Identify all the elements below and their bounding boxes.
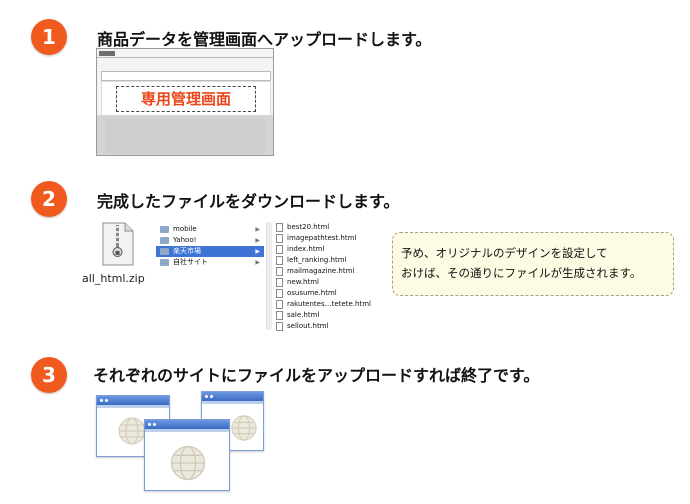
html-file-icon — [276, 322, 283, 331]
chevron-right-icon: ▶ — [255, 237, 260, 244]
html-file-icon — [276, 278, 283, 287]
admin-stamp-label: 専用管理画面 — [116, 86, 256, 112]
design-note-box: 予め、オリジナルのデザインを設定して おけば、その通りにファイルが生成されます。 — [392, 232, 674, 296]
zip-file-icon — [102, 222, 134, 266]
step-2-title: 完成したファイルをダウンロードします。 — [97, 192, 400, 211]
folder-item[interactable]: mobile ▶ — [156, 224, 264, 235]
admin-header-line — [97, 57, 273, 58]
globe-icon — [118, 417, 146, 445]
step-2-badge: 2 — [31, 181, 67, 217]
browser-window-front — [144, 419, 230, 491]
admin-screen-thumbnail: 専用管理画面 — [96, 48, 274, 156]
html-file-icon — [276, 256, 283, 265]
globe-icon — [231, 415, 257, 441]
note-line-1: 予め、オリジナルのデザインを設定して — [401, 246, 608, 260]
html-file-icon — [276, 267, 283, 276]
admin-bottom-panel — [105, 119, 265, 153]
chevron-right-icon: ▶ — [255, 226, 260, 233]
chevron-right-icon: ▶ — [255, 248, 260, 255]
admin-tab — [99, 51, 115, 56]
folder-icon — [160, 248, 169, 255]
html-file-icon — [276, 223, 283, 232]
scrollbar[interactable] — [267, 222, 272, 330]
globe-icon — [170, 445, 206, 481]
step-1-badge: 1 — [31, 19, 67, 55]
html-file-icon — [276, 300, 283, 309]
folder-icon — [160, 237, 169, 244]
html-file-icon — [276, 311, 283, 320]
folder-icon — [160, 226, 169, 233]
step-3-title: それぞれのサイトにファイルをアップロードすれば終了です。 — [93, 366, 540, 385]
file-browser: mobile ▶ Yahoo! ▶ 楽天市場 ▶ 自社サイト ▶ best20.… — [156, 222, 371, 331]
folder-item[interactable]: Yahoo! ▶ — [156, 235, 264, 246]
folder-icon — [160, 259, 169, 266]
html-file-icon — [276, 289, 283, 298]
html-file-icon — [276, 234, 283, 243]
folder-item-selected[interactable]: 楽天市場 ▶ — [156, 246, 264, 257]
note-line-2: おけば、その通りにファイルが生成されます。 — [401, 266, 642, 280]
step-1-title: 商品データを管理画面へアップロードします。 — [97, 30, 432, 49]
chevron-right-icon: ▶ — [255, 259, 260, 266]
zip-file-name: all_html.zip — [82, 272, 145, 285]
html-file-icon — [276, 245, 283, 254]
folder-item[interactable]: 自社サイト ▶ — [156, 257, 264, 268]
step-3-badge: 3 — [31, 357, 67, 393]
admin-input-box — [101, 71, 271, 81]
